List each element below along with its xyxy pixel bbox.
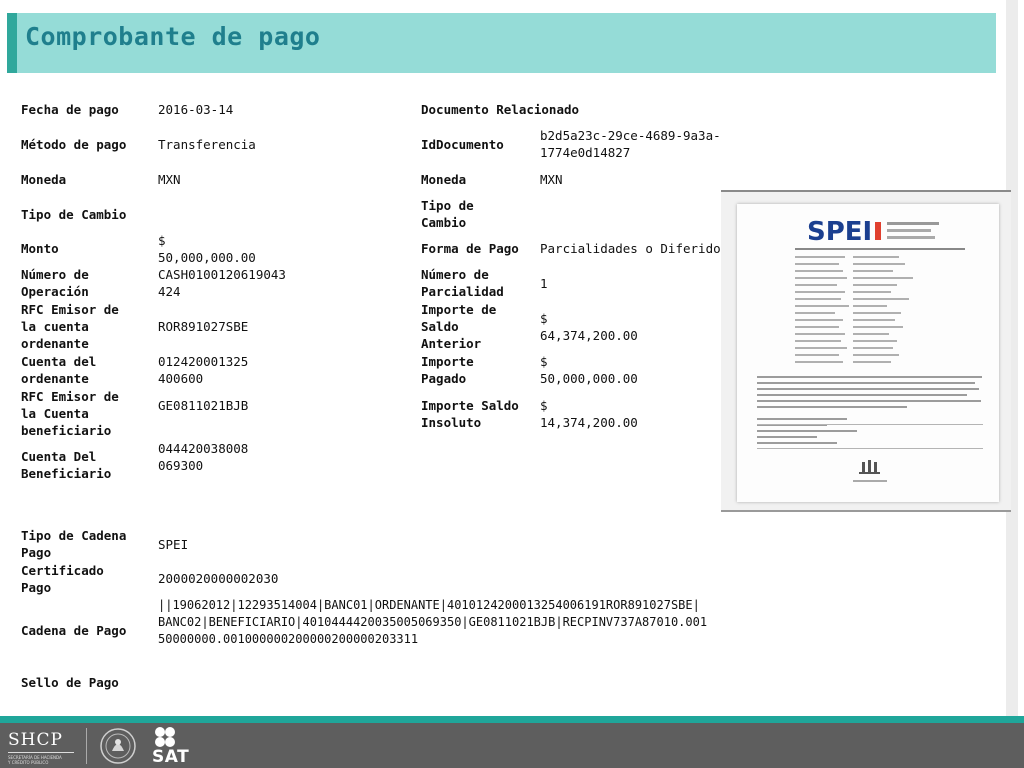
moneda-label: Moneda (21, 172, 67, 187)
rfc-emisor-beneficiario-value: GE0811021BJB (158, 398, 249, 413)
rfc-emisor-ordenante-label: RFC Emisor de la cuenta ordenante (21, 302, 119, 351)
fecha-pago-label: Fecha de pago (21, 102, 119, 117)
sat-logo-icon (155, 727, 175, 747)
cadena-pago-label: Cadena de Pago (21, 623, 127, 638)
sat-logo-text: SAT (152, 747, 190, 767)
importe-pagado-label: Importe Pagado (421, 354, 474, 386)
footer-accent-stripe (0, 716, 1024, 723)
tipo-cambio-relacionado-label: Tipo de Cambio (421, 198, 474, 230)
importe-saldo-insoluto-value: $ 14,374,200.00 (540, 398, 638, 430)
rfc-emisor-ordenante-value: ROR891027SBE (158, 319, 249, 334)
importe-pagado-value: $ 50,000,000.00 (540, 354, 638, 386)
page-title: Comprobante de pago (25, 22, 321, 51)
footer-bar: SHCP SECRETARÍA DE HACIENDA Y CRÉDITO PÚ… (0, 723, 1024, 768)
metodo-pago-label: Método de pago (21, 137, 127, 152)
forma-pago-value: Parcialidades o Diferido (540, 241, 721, 256)
monto-label: Monto (21, 241, 59, 256)
importe-saldo-anterior-value: $ 64,374,200.00 (540, 311, 638, 343)
spei-logo: SPEI (807, 217, 872, 247)
cadena-pago-value: ||19062012|12293514004|BANC01|ORDENANTE|… (158, 598, 708, 646)
cuenta-beneficiario-label: Cuenta Del Beneficiario (21, 449, 112, 481)
shcp-logo-rule (8, 752, 74, 753)
importe-saldo-insoluto-label: Importe Saldo Insoluto (421, 398, 519, 430)
title-banner: Comprobante de pago (7, 13, 996, 73)
numero-operacion-label: Número de Operación (21, 267, 89, 299)
cuenta-ordenante-label: Cuenta del ordenante (21, 354, 97, 386)
importe-saldo-anterior-label: Importe de Saldo Anterior (421, 302, 497, 351)
id-documento-value: b2d5a23c-29ce-4689-9a3a- 1774e0d14827 (540, 128, 721, 160)
certificado-pago-value: 2000020000002030 (158, 571, 279, 586)
numero-parcialidad-label: Número de Parcialidad (421, 267, 504, 299)
footer-separator (86, 728, 87, 764)
spei-receipt-paper: SPEI (737, 204, 999, 502)
tipo-cadena-pago-value: SPEI (158, 537, 189, 552)
fecha-pago-value: 2016-03-14 (158, 102, 234, 117)
cuenta-ordenante-value: 012420001325 400600 (158, 354, 249, 386)
sello-pago-label: Sello de Pago (21, 675, 119, 690)
metodo-pago-value: Transferencia (158, 137, 256, 152)
cuenta-beneficiario-value: 044420038008 069300 (158, 441, 249, 473)
mexico-seal-icon (100, 728, 136, 764)
moneda-value: MXN (158, 172, 181, 187)
numero-parcialidad-value: 1 (540, 276, 548, 291)
monto-value: $ 50,000,000.00 (158, 233, 256, 265)
documento-relacionado-heading: Documento Relacionado (421, 102, 580, 117)
tipo-cadena-pago-label: Tipo de Cadena Pago (21, 528, 127, 560)
spei-receipt-image: SPEI (721, 190, 1011, 512)
shcp-logo-text: SHCP (8, 730, 63, 750)
id-documento-label: IdDocumento (421, 137, 504, 152)
tipo-cambio-label: Tipo de Cambio (21, 207, 127, 222)
spei-receipt-graphic: SPEI (757, 217, 983, 482)
forma-pago-label: Forma de Pago (421, 241, 519, 256)
shcp-logo-subtext: SECRETARÍA DE HACIENDA Y CRÉDITO PÚBLICO (8, 755, 62, 765)
moneda-relacionado-label: Moneda (421, 172, 467, 187)
numero-operacion-value: CASH0100120619043 424 (158, 267, 286, 299)
certificado-pago-label: Certificado Pago (21, 563, 104, 595)
rfc-emisor-beneficiario-label: RFC Emisor de la Cuenta beneficiario (21, 389, 119, 438)
title-accent-bar (7, 13, 17, 73)
moneda-relacionado-value: MXN (540, 172, 563, 187)
